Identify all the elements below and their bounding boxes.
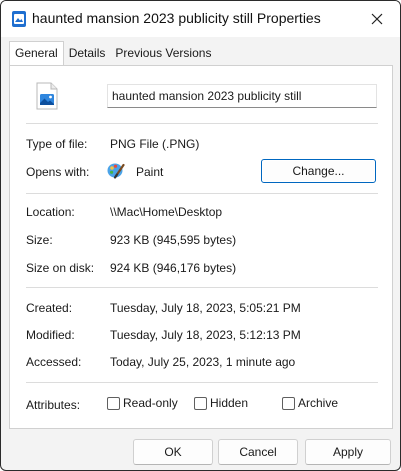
accessed-value: Today, July 25, 2023, 1 minute ago [110, 355, 296, 369]
size-on-disk-label: Size on disk: [26, 261, 95, 275]
type-of-file-value: PNG File (.PNG) [110, 137, 200, 151]
change-button[interactable]: Change... [261, 159, 376, 183]
archive-checkbox[interactable]: Archive [282, 396, 338, 410]
tab-details[interactable]: Details [64, 43, 111, 65]
close-icon [371, 13, 383, 25]
accessed-label: Accessed: [26, 355, 82, 369]
location-label: Location: [26, 205, 75, 219]
created-label: Created: [26, 301, 73, 315]
png-image-file-icon [36, 82, 58, 110]
tab-previous-versions[interactable]: Previous Versions [110, 43, 216, 65]
modified-value: Tuesday, July 18, 2023, 5:12:13 PM [110, 328, 301, 342]
close-button[interactable] [362, 5, 392, 33]
archive-label: Archive [298, 396, 339, 410]
tab-general[interactable]: General [9, 41, 64, 65]
hidden-checkbox[interactable]: Hidden [194, 396, 248, 410]
hidden-label: Hidden [210, 396, 249, 410]
properties-dialog: haunted mansion 2023 publicity still Pro… [0, 0, 401, 471]
created-value: Tuesday, July 18, 2023, 5:05:21 PM [110, 301, 301, 315]
divider [26, 287, 378, 288]
title-bar: haunted mansion 2023 publicity still Pro… [1, 1, 400, 37]
ok-button[interactable]: OK [133, 439, 213, 465]
image-file-icon [12, 11, 26, 27]
checkbox-box[interactable] [107, 396, 120, 410]
modified-label: Modified: [26, 328, 75, 342]
window-title: haunted mansion 2023 publicity still Pro… [32, 10, 321, 26]
checkbox-box[interactable] [282, 396, 295, 410]
cancel-button[interactable]: Cancel [218, 439, 298, 465]
divider [26, 123, 378, 124]
size-value: 923 KB (945,595 bytes) [110, 233, 237, 247]
location-value: \\Mac\Home\Desktop [110, 205, 223, 219]
tab-strip: General Details Previous Versions [9, 41, 216, 66]
file-name-input[interactable] [107, 84, 377, 108]
opens-with-label: Opens with: [26, 165, 90, 179]
type-of-file-label: Type of file: [26, 137, 88, 151]
divider [26, 193, 378, 194]
divider [26, 382, 378, 383]
apply-button[interactable]: Apply [305, 439, 391, 465]
attributes-label: Attributes: [26, 398, 81, 412]
read-only-label: Read-only [123, 396, 178, 410]
read-only-checkbox[interactable]: Read-only [107, 396, 178, 410]
size-on-disk-value: 924 KB (946,176 bytes) [110, 261, 237, 275]
opens-with-app-name: Paint [136, 165, 164, 179]
paint-app-icon [107, 161, 125, 179]
checkbox-box[interactable] [194, 396, 207, 410]
size-label: Size: [26, 233, 53, 247]
general-panel: Type of file: PNG File (.PNG) Opens with… [9, 65, 393, 429]
